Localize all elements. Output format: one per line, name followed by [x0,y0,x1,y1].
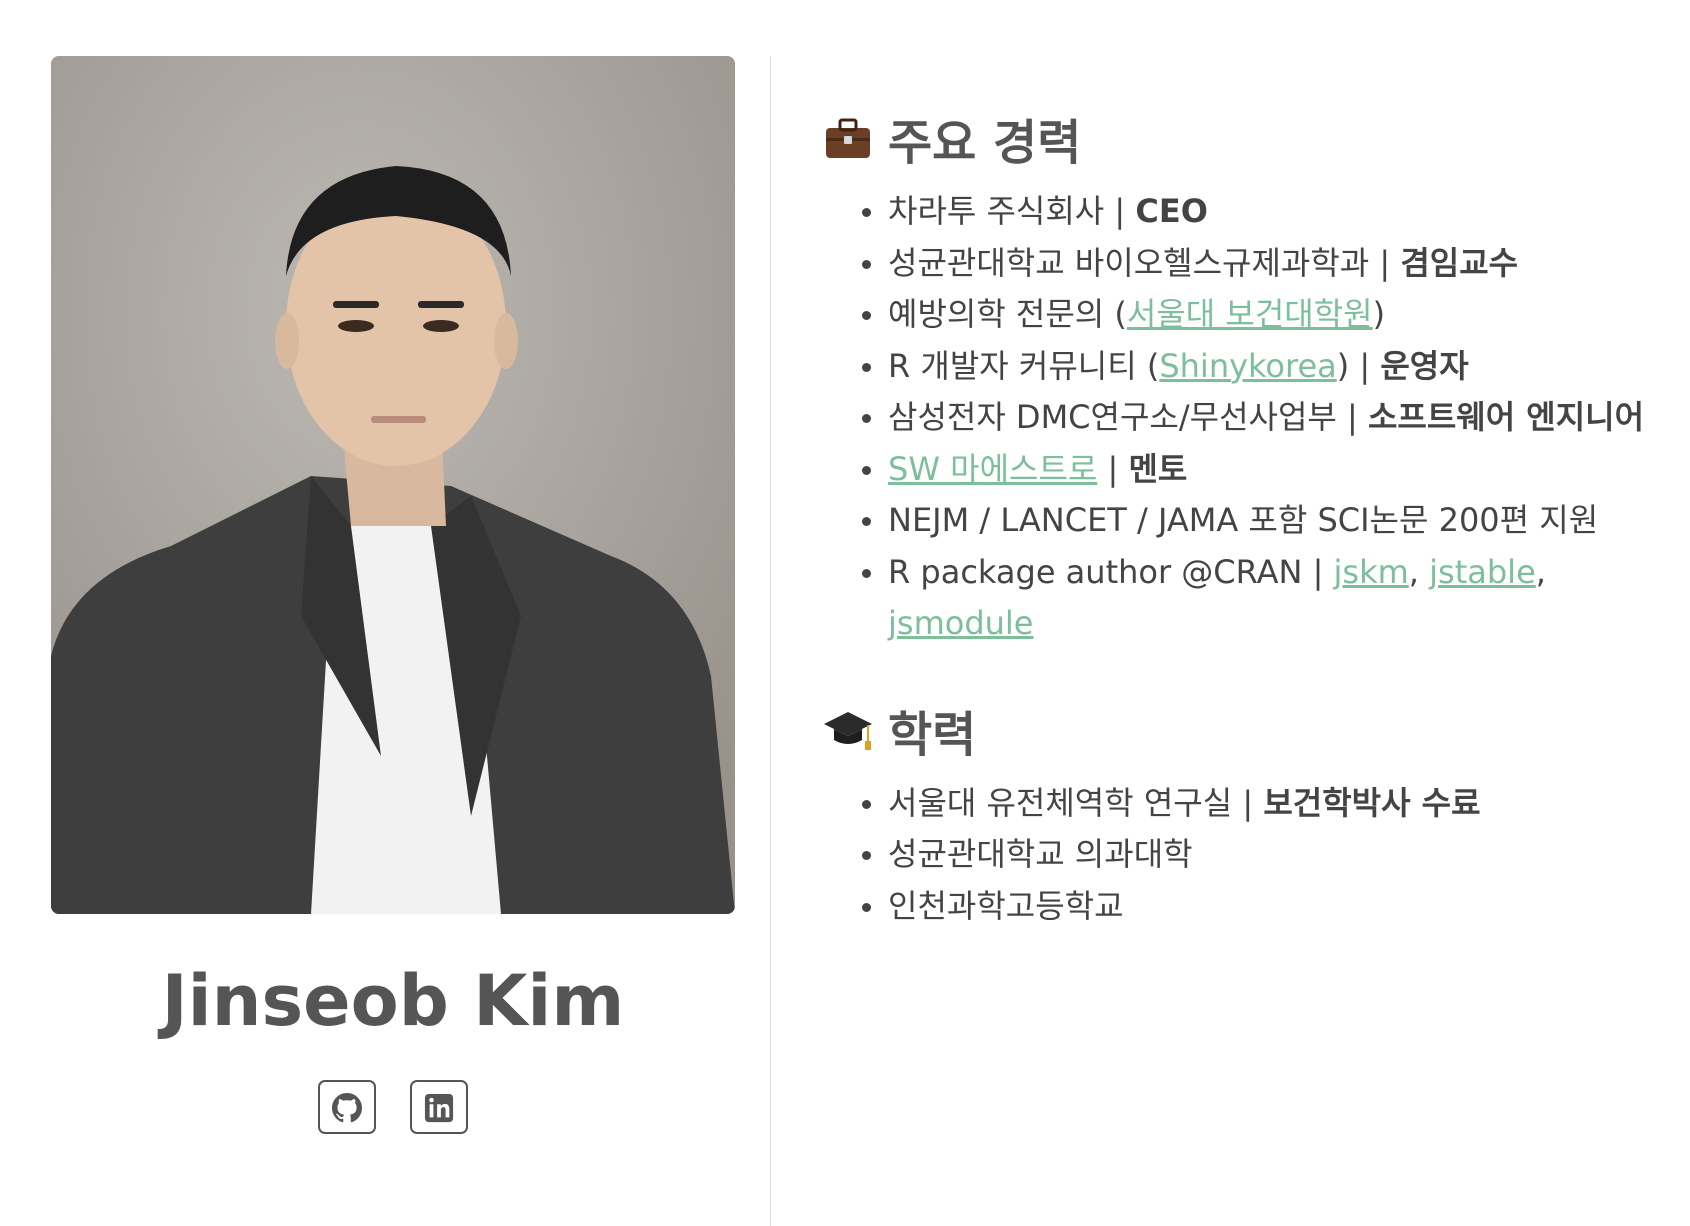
list-item: 인천과학고등학교 [862,881,1662,933]
item-text: R package author @CRAN | [888,552,1334,591]
item-link[interactable]: jskm [1334,553,1409,591]
career-list: 차라투 주식회사 | CEO 성균관대학교 바이오헬스규제과학과 | 겸임교수 예방… [822,186,1662,650]
linkedin-button[interactable] [409,1080,468,1134]
item-text: ) [1372,295,1386,333]
profile-photo [51,56,735,914]
linkedin-icon [424,1093,453,1123]
profile-page: Jinseob Kim 주요 경력 차라투 주식회사 | CEO 성균관대학교 … [0,0,1690,1226]
item-text: R 개발자 커뮤니티 ( [888,346,1160,385]
education-heading: 학력 [822,690,1662,770]
list-item: 예방의학 전문의 (서울대 보건대학원) [862,289,1662,341]
education-section: 학력 서울대 유전체역학 연구실 | 보건학박사 수료성균관대학교 의과대학인천… [822,690,1662,933]
list-item: 차라투 주식회사 | CEO [862,186,1662,238]
list-item: R 개발자 커뮤니티 (Shinykorea) | 운영자 [862,341,1662,393]
list-item: R package author @CRAN | jskm, jstable, … [862,547,1662,650]
profile-name: Jinseob Kim [161,960,625,1042]
list-item: 삼성전자 DMC연구소/무선사업부 | 소프트웨어 엔지니어 [862,392,1662,444]
item-link[interactable]: jstable [1429,553,1536,591]
item-text: 인천과학고등학교 [888,886,1124,925]
social-links [0,1080,786,1134]
item-role: 멘토 [1128,449,1188,488]
list-item: 성균관대학교 바이오헬스규제과학과 | 겸임교수 [862,238,1662,290]
github-icon [332,1093,363,1123]
item-link[interactable]: SW 마에스트로 [888,450,1097,488]
item-role: 겸임교수 [1400,243,1519,282]
item-text: | [1097,449,1129,488]
item-role: 보건학박사 수료 [1263,783,1481,822]
education-list: 서울대 유전체역학 연구실 | 보건학박사 수료성균관대학교 의과대학인천과학고… [822,778,1662,933]
item-text: 예방의학 전문의 ( [888,295,1127,333]
item-text: , [1535,552,1546,591]
item-link[interactable]: Shinykorea [1159,347,1336,385]
item-text: , [1408,552,1430,591]
profile-column: Jinseob Kim [0,0,770,1218]
list-item: SW 마에스트로 | 멘토 [862,444,1662,496]
item-link[interactable]: 서울대 보건대학원 [1127,295,1373,333]
career-heading: 주요 경력 [822,98,1662,178]
item-text: 서울대 유전체역학 연구실 | [888,783,1264,822]
item-text: NEJM / LANCET / JAMA 포함 SCI논문 200편 지원 [888,501,1599,539]
graduation-cap-icon [824,711,872,750]
item-text: 성균관대학교 의과대학 [888,835,1193,873]
briefcase-icon [826,118,870,158]
list-item: 서울대 유전체역학 연구실 | 보건학박사 수료 [862,778,1662,830]
item-link[interactable]: jsmodule [888,604,1033,642]
item-text: 삼성전자 DMC연구소/무선사업부 | [888,398,1368,436]
info-column: 주요 경력 차라투 주식회사 | CEO 성균관대학교 바이오헬스규제과학과 | … [822,98,1662,932]
career-title: 주요 경력 [888,115,1082,171]
list-item: 성균관대학교 의과대학 [862,829,1662,881]
list-item: NEJM / LANCET / JAMA 포함 SCI논문 200편 지원 [862,495,1662,547]
career-section: 주요 경력 차라투 주식회사 | CEO 성균관대학교 바이오헬스규제과학과 | … [822,98,1662,650]
column-divider [770,56,771,1226]
item-text: 성균관대학교 바이오헬스규제과학과 | [888,243,1401,282]
education-title: 학력 [888,706,977,763]
item-role: 운영자 [1380,346,1469,385]
item-text: 차라투 주식회사 | [888,192,1136,230]
github-button[interactable] [318,1080,377,1134]
item-role: 소프트웨어 엔지니어 [1367,398,1645,436]
item-text: ) | [1336,346,1381,385]
item-role: CEO [1135,192,1208,230]
